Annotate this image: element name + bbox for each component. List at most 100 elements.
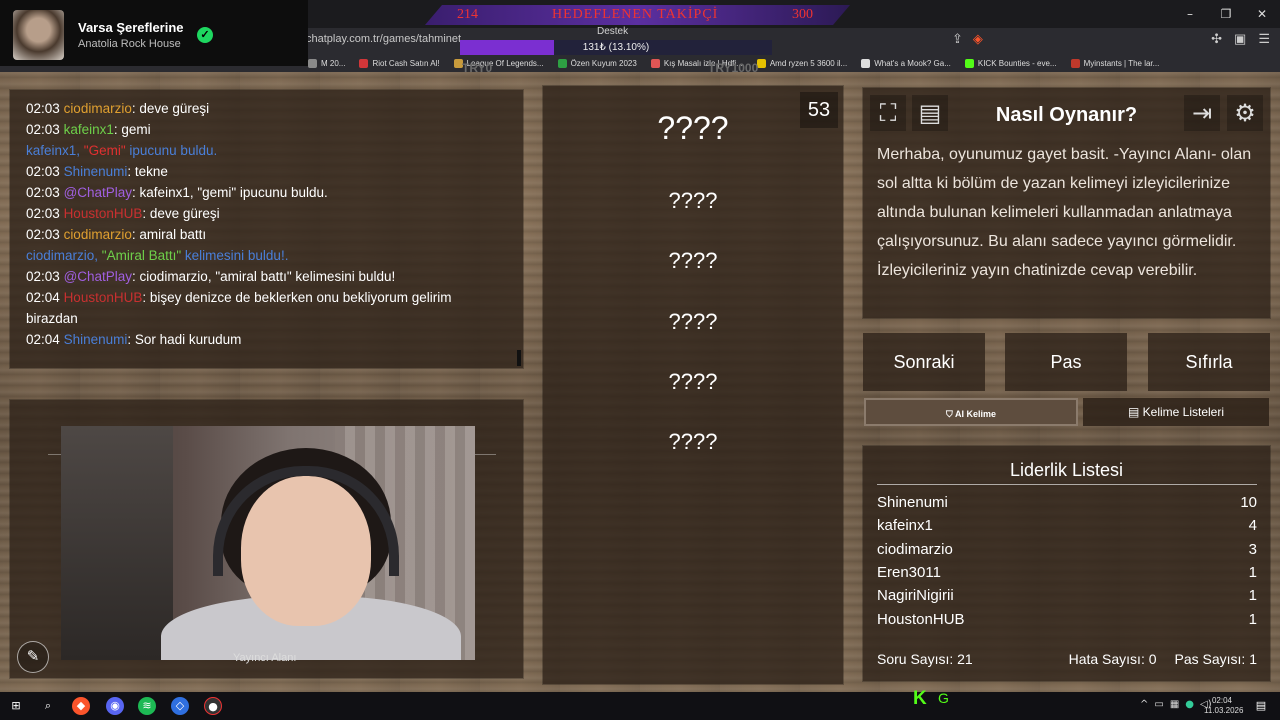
chat-username[interactable]: ciodimarzio, — [26, 248, 102, 263]
chat-text: : ciodimarzio, "amiral battı" kelimesini… — [132, 269, 396, 284]
address-icons: ⇪ ◈ — [952, 31, 983, 47]
discord-icon[interactable]: ◉ — [106, 697, 124, 715]
bookmark-label: Myinstants | The lar... — [1083, 58, 1160, 68]
app-icon[interactable]: ◇ — [171, 697, 189, 715]
chat-username[interactable]: kafeinx1 — [64, 122, 114, 137]
goal-target: 300 — [792, 7, 813, 22]
obs-icon[interactable]: ● — [204, 697, 222, 715]
streamer-area-label: Yayıncı Alanı — [233, 652, 297, 664]
bookmark-label: Özen Kuyum 2023 — [570, 58, 637, 68]
chat-message: 02:03 @ChatPlay: kafeinx1, "gemi" ipucun… — [26, 182, 507, 203]
goal-label: HEDEFLENEN TAKİPÇİ — [552, 7, 719, 22]
leaderboard-row: ciodimarzio 3 — [877, 540, 1257, 560]
bookmark-item[interactable]: Riot Cash Satın Al! — [359, 58, 440, 68]
extensions-icon[interactable]: ✣ — [1211, 31, 1222, 47]
follower-goal-banner: 214 HEDEFLENEN TAKİPÇİ 300 — [425, 5, 850, 25]
main-word: ???? — [657, 110, 729, 146]
spotify-icon[interactable]: ≋ — [138, 697, 156, 715]
status-dot-icon[interactable]: ● — [1185, 699, 1194, 710]
support-label: Destek — [597, 26, 629, 37]
wallet-icon[interactable]: ▣ — [1234, 31, 1246, 47]
reset-button[interactable]: Sıfırla — [1148, 333, 1270, 391]
chat-username[interactable]: Shinenumi — [64, 332, 128, 347]
chat-timestamp: 02:04 — [26, 332, 60, 347]
toolbar-icons: ✣ ▣ ☰ — [1211, 31, 1270, 47]
close-button[interactable]: ✕ — [1244, 0, 1280, 28]
chat-username[interactable]: kafeinx1, — [26, 143, 84, 158]
chat-text: : deve güreşi — [131, 101, 210, 116]
windows-start-icon[interactable]: ⊞ — [7, 697, 25, 715]
forbidden-word: ???? — [668, 429, 718, 454]
bookmark-label: Amd ryzen 5 3600 il... — [769, 58, 848, 68]
leaderboard-name: ciodimarzio — [877, 540, 953, 558]
bookmark-item[interactable]: Amd ryzen 5 3600 il... — [756, 58, 848, 68]
bookmark-label: Riot Cash Satın Al! — [372, 58, 440, 68]
next-button[interactable]: Sonraki — [863, 333, 985, 391]
clock-date: 11.03.2026 — [1204, 706, 1244, 715]
bookmark-favicon-icon — [359, 58, 369, 68]
chat-text: : amiral battı — [131, 227, 207, 242]
minimize-button[interactable]: – — [1172, 0, 1208, 28]
chat-scrollbar[interactable] — [517, 350, 521, 366]
chat-username[interactable]: HoustonHUB — [64, 206, 143, 221]
bookmark-item[interactable]: M 20... — [308, 58, 345, 68]
leaderboard-title: Liderlik Listesi — [1009, 460, 1124, 480]
brave-shields-icon[interactable]: ◈ — [973, 31, 983, 47]
chat-username[interactable]: @ChatPlay — [64, 185, 132, 200]
leaderboard-name: NagiriNigirii — [877, 587, 954, 605]
menu-icon[interactable]: ☰ — [1258, 31, 1270, 47]
network-icon[interactable]: ▭ — [1154, 699, 1163, 710]
webcam-feed — [61, 426, 475, 660]
chevron-up-icon[interactable]: ^ — [1140, 699, 1148, 710]
chat-message: 02:03 Shinenumi: tekne — [26, 161, 507, 182]
chat-username[interactable]: ciodimarzio — [64, 101, 132, 116]
word-lists-button[interactable]: ▤ Kelime Listeleri — [1083, 398, 1269, 426]
chat-timestamp: 02:04 — [26, 290, 60, 305]
pen-icon[interactable]: ✎ — [17, 641, 49, 673]
leaderboard-row: Shinenumi 10 — [877, 493, 1257, 513]
leaderboard-name: Shinenumi — [877, 494, 948, 511]
chat-timestamp: 02:03 — [26, 269, 60, 284]
leaderboard-name: Eren3011 — [877, 563, 941, 581]
ai-word-button[interactable]: ⛉ AI Kelime — [864, 398, 1078, 426]
chat-timestamp: 02:03 — [26, 164, 60, 179]
chat-timestamp: 02:03 — [26, 122, 60, 137]
leaderboard-score: 1 — [1248, 587, 1257, 605]
share-icon[interactable]: ⇪ — [952, 31, 963, 47]
chat-panel: 02:03 ciodimarzio: deve güreşi 02:03 kafe… — [10, 90, 523, 368]
chat-message: 02:03 kafeinx1: gemi — [26, 119, 507, 140]
leaderboard-row: HoustonHUB 1 — [877, 610, 1257, 630]
chat-username[interactable]: Shinenumi — [64, 164, 128, 179]
leaderboard-score: 1 — [1248, 563, 1257, 581]
printer-icon[interactable]: ▦ — [1170, 699, 1179, 710]
pass-button[interactable]: Pas — [1005, 333, 1127, 391]
leaderboard-score: 3 — [1248, 540, 1257, 558]
leaderboard-row: NagiriNigirii 1 — [877, 586, 1257, 606]
chat-username[interactable]: HoustonHUB — [64, 290, 143, 305]
brave-icon[interactable]: ◆ — [72, 697, 90, 715]
bookmark-favicon-icon — [1070, 58, 1080, 68]
donation-min-label: TRY0 — [462, 61, 493, 75]
donation-progress-text: 131₺ (13.10%) — [582, 42, 650, 53]
bookmark-item[interactable]: KICK Bounties - eve... — [964, 58, 1057, 68]
forbidden-word: ???? — [668, 248, 718, 273]
url-field[interactable]: chatplay.com.tr/games/tahminet — [306, 33, 461, 45]
taskbar-clock[interactable]: 02:04 11.03.2026 — [1204, 696, 1244, 716]
chat-username[interactable]: @ChatPlay — [64, 269, 132, 284]
bookmark-label: What's a Mook? Ga... — [874, 58, 951, 68]
bookmark-favicon-icon — [964, 58, 974, 68]
chat-message: ciodimarzio, "Amiral Battı" kelimesini b… — [26, 245, 507, 266]
search-icon[interactable]: ⌕ — [39, 697, 57, 715]
bookmark-favicon-icon — [557, 58, 567, 68]
chat-text: : gemi — [113, 122, 151, 137]
bookmark-item[interactable]: What's a Mook? Ga... — [861, 58, 951, 68]
maximize-button[interactable]: ❐ — [1208, 0, 1244, 28]
bookmark-label: KICK Bounties - eve... — [977, 58, 1057, 68]
notification-icon[interactable]: ▤ — [1252, 697, 1270, 715]
bookmark-favicon-icon — [650, 58, 660, 68]
help-text: Merhaba, oyunumuz gayet basit. -Yayıncı … — [877, 146, 1252, 279]
chat-username[interactable]: ciodimarzio — [64, 227, 132, 242]
track-title: Varsa Şereflerine — [78, 20, 184, 35]
bookmark-item[interactable]: Myinstants | The lar... — [1070, 58, 1160, 68]
bookmark-item[interactable]: Özen Kuyum 2023 — [557, 58, 637, 68]
